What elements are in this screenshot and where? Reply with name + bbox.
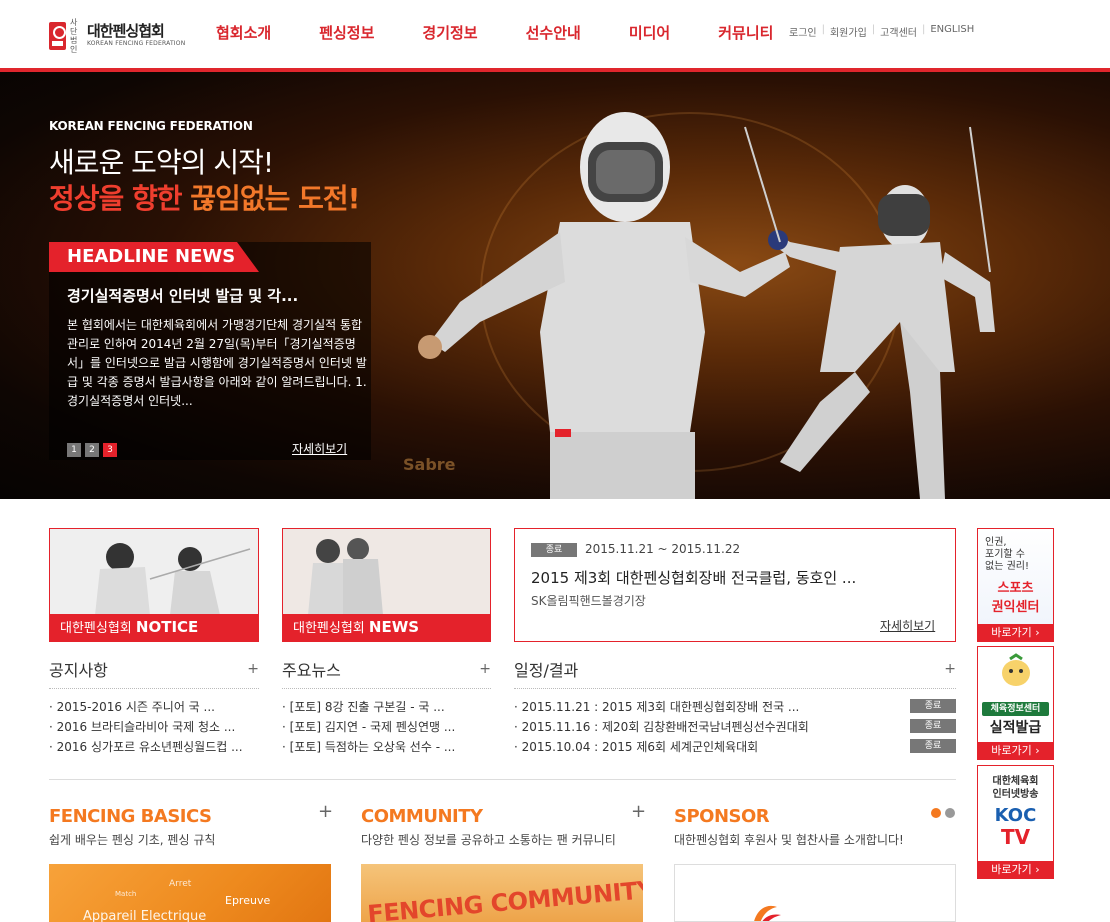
sponsor-dot-2[interactable] — [945, 808, 955, 818]
notice-banner-caption: 대한펜싱협회 NOTICE — [50, 614, 258, 641]
list-item[interactable]: · 2015.11.16 : 제20회 김창환배전국남녀펜싱선수권대회 종료 — [514, 717, 956, 737]
hero-headline-2b: 끊임없는 도전! — [190, 182, 360, 215]
sponsor-subtitle: 대한펜싱협회 후원사 및 협찬사를 소개합니다! — [674, 833, 904, 847]
schedule-list-title: 일정/결과 — [514, 661, 579, 680]
notice-fencers-image — [50, 529, 258, 615]
sports-rights-banner[interactable]: 인권, 포기할 수 없는 권리! 스포츠 권익센터 바로가기 › — [977, 528, 1054, 642]
nav-fencing-info[interactable]: 펜싱정보 — [319, 22, 374, 43]
koc-tv-go-button[interactable]: 바로가기 › — [978, 861, 1053, 878]
nav-media[interactable]: 미디어 — [629, 22, 670, 43]
schedule-venue: SK올림픽핸드볼경기장 — [531, 594, 646, 608]
fencing-basics-subtitle: 쉽게 배우는 펜싱 기초, 펜싱 규칙 — [49, 833, 216, 847]
schedule-more-button[interactable]: + — [944, 661, 956, 677]
news-fencers-image — [283, 529, 490, 615]
main-navigation: 협회소개 펜싱정보 경기정보 선수안내 미디어 커뮤니티 — [216, 22, 821, 43]
list-item[interactable]: · 2015.10.04 : 2015 제6회 세계군인체육대회 종료 — [514, 737, 956, 757]
english-link[interactable]: ENGLISH — [930, 24, 974, 39]
sabre-watermark: Sabre — [403, 455, 456, 474]
news-banner-caption: 대한펜싱협회 NEWS — [283, 614, 490, 641]
sports-info-banner[interactable]: 체육정보센터 실적발급 바로가기 › — [977, 646, 1054, 760]
notices-more-button[interactable]: + — [247, 661, 259, 677]
signup-link[interactable]: 회원가입 — [830, 24, 867, 39]
logo-small-text: 사단 법인 — [70, 18, 78, 54]
nav-about[interactable]: 협회소개 — [216, 22, 271, 43]
headline-news-box: HEADLINE NEWS 경기실적증명서 인터넷 발급 및 각... 본 협회… — [49, 242, 371, 460]
status-badge: 종료 — [531, 543, 577, 557]
nav-community[interactable]: 커뮤니티 — [718, 22, 773, 43]
site-header: 사단 법인 대한펜싱협회 KOREAN FENCING FEDERATION 협… — [0, 0, 1110, 68]
headline-news-body: 본 협회에서는 대한체육회에서 가맹경기단체 경기실적 통합관리로 인하여 20… — [67, 318, 367, 408]
schedule-list: · 2015.11.21 : 2015 제3회 대한펜싱협회장배 전국 ... 종… — [514, 697, 956, 757]
community-subtitle: 다양한 펜싱 정보를 공유하고 소통하는 팬 커뮤니티 — [361, 833, 616, 847]
headline-more-link[interactable]: 자세히보기 — [292, 440, 347, 457]
federation-emblem-icon — [49, 22, 66, 50]
site-logo[interactable]: 사단 법인 대한펜싱협회 KOREAN FENCING FEDERATION — [49, 18, 185, 54]
list-item[interactable]: · [포토] 득점하는 오상욱 선수 - ... — [282, 737, 491, 757]
community-title[interactable]: COMMUNITY — [361, 806, 483, 827]
pager-3[interactable]: 3 — [103, 443, 117, 457]
schedule-header: 일정/결과 + — [514, 657, 956, 689]
utility-links: 로그인 | 회원가입 | 고객센터 | ENGLISH — [789, 24, 975, 39]
news-header: 주요뉴스 + — [282, 657, 491, 689]
notices-title: 공지사항 — [49, 661, 108, 680]
news-banner[interactable]: 대한펜싱협회 NEWS — [282, 528, 491, 642]
community-image[interactable]: FENCING COMMUNITY — [361, 864, 643, 922]
hero-subtitle: KOREAN FENCING FEDERATION — [49, 119, 253, 133]
list-item[interactable]: · [포토] 8강 진출 구본길 - 국 ... — [282, 697, 491, 717]
status-badge: 종료 — [910, 699, 956, 713]
list-item[interactable]: · 2015-2016 시즌 주니어 국 ... — [49, 697, 259, 717]
koc-tv-banner[interactable]: 대한체육회 인터넷방송 KOC TV 바로가기 › — [977, 765, 1054, 879]
headline-pager: 1 2 3 — [67, 443, 121, 457]
nav-competition-info[interactable]: 경기정보 — [422, 22, 477, 43]
community-more-button[interactable]: + — [631, 801, 646, 822]
list-item[interactable]: · 2016 브라티슬라비아 국제 청소 ... — [49, 717, 259, 737]
pager-1[interactable]: 1 — [67, 443, 81, 457]
login-link[interactable]: 로그인 — [789, 24, 817, 39]
fencers-image — [418, 112, 995, 499]
news-list: · [포토] 8강 진출 구본길 - 국 ... · [포토] 김지연 - 국제… — [282, 697, 491, 757]
fencing-basics-title[interactable]: FENCING BASICS — [49, 806, 212, 827]
schedule-title[interactable]: 2015 제3회 대한펜싱협회장배 전국클럽, 동호인 ... — [531, 567, 856, 588]
fencing-basics-image[interactable]: Arret Match Epreuve Appareil Electrique — [49, 864, 331, 922]
logo-name: 대한펜싱협회 — [87, 22, 165, 40]
sponsor-title[interactable]: SPONSOR — [674, 806, 770, 827]
list-item[interactable]: · 2015.11.21 : 2015 제3회 대한펜싱협회장배 전국 ... 종… — [514, 697, 956, 717]
sports-rights-go-button[interactable]: 바로가기 › — [978, 624, 1053, 641]
schedule-more-link[interactable]: 자세히보기 — [880, 617, 935, 634]
headline-news-title[interactable]: 경기실적증명서 인터넷 발급 및 각... — [67, 285, 298, 306]
customer-center-link[interactable]: 고객센터 — [880, 24, 917, 39]
sponsor-pager — [931, 808, 959, 818]
nav-athletes[interactable]: 선수안내 — [526, 22, 581, 43]
fencing-basics-more-button[interactable]: + — [318, 801, 333, 822]
schedule-date: 2015.11.21 ~ 2015.11.22 — [585, 542, 741, 556]
notice-banner[interactable]: 대한펜싱협회 NOTICE — [49, 528, 259, 642]
hero-headline-2: 정상을 향한 끊임없는 도전! — [49, 177, 360, 217]
sponsor-dot-1[interactable] — [931, 808, 941, 818]
notices-list: · 2015-2016 시즌 주니어 국 ... · 2016 브라티슬라비아 … — [49, 697, 259, 757]
hero-banner: KOREAN FENCING FEDERATION 새로운 도약의 시작! 정상… — [0, 72, 1110, 499]
headline-news-tag: HEADLINE NEWS — [49, 242, 259, 272]
hero-headline-1: 새로운 도약의 시작! — [49, 146, 274, 179]
hero-headline-2a: 정상을 향한 — [49, 182, 191, 215]
mascot-icon — [1002, 653, 1030, 686]
list-item[interactable]: · [포토] 김지연 - 국제 펜싱연맹 ... — [282, 717, 491, 737]
status-badge: 종료 — [910, 719, 956, 733]
logo-english: KOREAN FENCING FEDERATION — [87, 40, 186, 47]
list-item[interactable]: · 2016 싱가포르 유소년펜싱월드컵 ... — [49, 737, 259, 757]
sports-info-go-button[interactable]: 바로가기 › — [978, 742, 1053, 759]
status-badge: 종료 — [910, 739, 956, 753]
pager-2[interactable]: 2 — [85, 443, 99, 457]
news-more-button[interactable]: + — [479, 661, 491, 677]
schedule-feature-card: 종료 2015.11.21 ~ 2015.11.22 2015 제3회 대한펜싱… — [514, 528, 956, 642]
news-title: 주요뉴스 — [282, 661, 341, 680]
notices-header: 공지사항 + — [49, 657, 259, 689]
sponsor-logo-image[interactable] — [674, 864, 956, 922]
section-divider — [49, 779, 956, 780]
sponsor-logo-icon — [754, 905, 781, 921]
